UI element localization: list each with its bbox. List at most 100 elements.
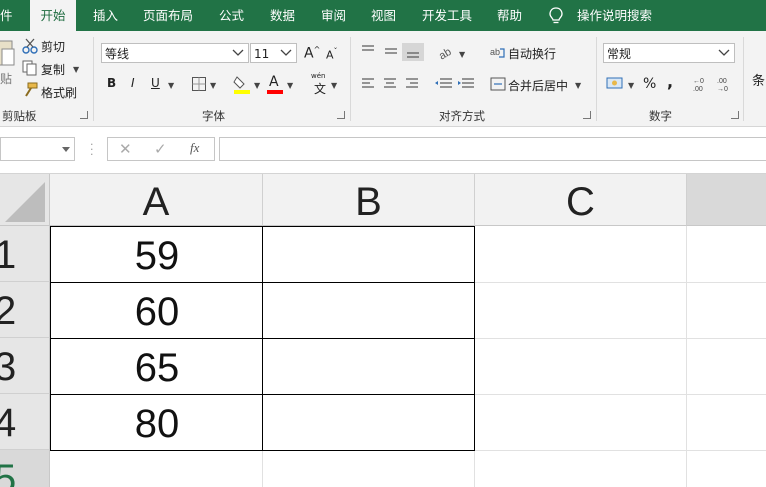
align-left-button[interactable]: [360, 76, 380, 92]
number-dialog-launcher-icon[interactable]: [731, 111, 739, 119]
font-dialog-launcher-icon[interactable]: [337, 111, 345, 119]
lightbulb-icon: [549, 7, 563, 24]
formula-bar-splitter[interactable]: · · ·: [90, 139, 94, 160]
tab-view[interactable]: 视图: [371, 0, 396, 31]
svg-text:→0: →0: [717, 86, 728, 92]
alignment-dialog-launcher-icon[interactable]: [583, 111, 591, 119]
chevron-down-icon: [280, 49, 292, 56]
grow-font-label: A: [304, 45, 314, 62]
font-name-select[interactable]: 等线: [101, 43, 249, 63]
wrap-text-button[interactable]: 自动换行: [508, 45, 556, 62]
column-header-c[interactable]: C: [475, 174, 687, 226]
tell-me-search[interactable]: 操作说明搜索: [577, 0, 652, 31]
orientation-dropdown-chevron-icon[interactable]: ▼: [459, 47, 465, 63]
tab-data[interactable]: 数据: [270, 0, 295, 31]
merge-center-button[interactable]: 合并后居中: [508, 77, 568, 94]
shrink-font-label: A: [326, 48, 334, 62]
cell-b2[interactable]: [262, 282, 475, 339]
cancel-icon[interactable]: ✕: [119, 140, 132, 158]
clipboard-dialog-launcher-icon[interactable]: [80, 111, 88, 119]
formula-buttons: ✕ ✓ fx: [107, 137, 215, 161]
cell-b1[interactable]: [262, 226, 475, 283]
underline-button[interactable]: U: [151, 76, 160, 90]
increase-indent-button[interactable]: [456, 76, 476, 92]
decrease-indent-button[interactable]: [434, 76, 454, 92]
group-separator: [93, 37, 94, 121]
cut-button[interactable]: 剪切: [41, 38, 65, 55]
tab-review[interactable]: 审阅: [321, 0, 346, 31]
align-center-button[interactable]: [382, 76, 402, 92]
tab-formulas[interactable]: 公式: [219, 0, 244, 31]
borders-icon[interactable]: [191, 76, 207, 92]
align-right-button[interactable]: [404, 76, 424, 92]
phonetic-button[interactable]: 文: [314, 80, 326, 97]
row-header-4[interactable]: 4: [0, 394, 50, 450]
accounting-dropdown-chevron-icon[interactable]: ▼: [628, 78, 634, 94]
paste-label[interactable]: 贴: [0, 70, 12, 87]
column-header-b[interactable]: B: [263, 174, 475, 226]
number-group-label: 数字: [649, 109, 672, 123]
bold-button[interactable]: B: [107, 76, 116, 90]
copy-button[interactable]: 复制: [41, 61, 65, 78]
fill-color-dropdown-chevron-icon[interactable]: ▼: [254, 78, 260, 94]
increase-decimal-icon[interactable]: ←0 .00: [691, 76, 711, 92]
underline-dropdown-chevron-icon[interactable]: ▼: [168, 78, 174, 94]
comma-style-button[interactable]: ,: [667, 72, 673, 91]
tab-help[interactable]: 帮助: [497, 0, 522, 31]
align-bottom-button[interactable]: [403, 43, 425, 61]
wrap-text-icon: ab: [490, 47, 505, 58]
gridline: [475, 282, 766, 283]
row-header-2[interactable]: 2: [0, 282, 50, 338]
borders-dropdown-chevron-icon[interactable]: ▼: [210, 78, 216, 94]
format-painter-button[interactable]: 格式刷: [41, 84, 77, 101]
align-top-button[interactable]: [360, 43, 380, 61]
shrink-font-button[interactable]: Aˇ: [326, 47, 338, 62]
cell-a3[interactable]: 65: [50, 338, 263, 395]
row-header-1[interactable]: 1: [0, 226, 50, 282]
scissors-icon: [22, 38, 38, 54]
formula-input[interactable]: [219, 137, 766, 161]
gridline: [262, 450, 263, 487]
merge-center-dropdown-chevron-icon[interactable]: ▼: [575, 78, 581, 94]
name-box[interactable]: [0, 137, 75, 161]
cell-b4[interactable]: [262, 394, 475, 451]
row-number: 3: [0, 345, 16, 389]
cell-b3[interactable]: [262, 338, 475, 395]
copy-dropdown-chevron-icon[interactable]: ▼: [73, 62, 79, 78]
font-color-button[interactable]: A: [269, 74, 279, 90]
font-size-select[interactable]: 11: [250, 43, 297, 63]
tab-developer[interactable]: 开发工具: [422, 0, 472, 31]
select-all-corner[interactable]: [0, 174, 50, 226]
paste-icon[interactable]: [0, 37, 16, 67]
fill-color-icon[interactable]: [233, 74, 251, 94]
grow-font-button[interactable]: A^: [304, 45, 320, 62]
insert-function-icon[interactable]: fx: [190, 140, 199, 156]
font-name-value: 等线: [105, 47, 130, 61]
enter-icon[interactable]: ✓: [154, 140, 167, 158]
orientation-icon[interactable]: ab: [437, 44, 459, 60]
svg-text:ab: ab: [437, 46, 454, 60]
row-number: 5: [0, 457, 16, 487]
row-header-5[interactable]: 5: [0, 450, 50, 487]
accounting-format-icon[interactable]: [606, 76, 624, 92]
number-format-select[interactable]: 常规: [603, 43, 735, 63]
gridline: [475, 338, 766, 339]
decrease-decimal-icon[interactable]: .00 →0: [715, 76, 735, 92]
percent-button[interactable]: %: [643, 76, 656, 92]
cell-a2[interactable]: 60: [50, 282, 263, 339]
column-header-a[interactable]: A: [50, 174, 263, 226]
row-header-3[interactable]: 3: [0, 338, 50, 394]
conditional-format-partial-label[interactable]: 条: [752, 70, 765, 89]
tab-home[interactable]: 开始: [30, 0, 76, 31]
column-header-d[interactable]: [687, 174, 766, 226]
italic-button[interactable]: I: [131, 76, 135, 90]
cell-a4[interactable]: 80: [50, 394, 263, 451]
cell-a1[interactable]: 59: [50, 226, 263, 283]
tab-file[interactable]: 件: [0, 0, 13, 31]
tab-insert[interactable]: 插入: [93, 0, 118, 31]
svg-text:←0: ←0: [693, 78, 704, 85]
phonetic-dropdown-chevron-icon[interactable]: ▼: [331, 78, 337, 94]
align-middle-button[interactable]: [382, 43, 402, 61]
tab-page-layout[interactable]: 页面布局: [143, 0, 193, 31]
font-color-dropdown-chevron-icon[interactable]: ▼: [287, 78, 293, 94]
